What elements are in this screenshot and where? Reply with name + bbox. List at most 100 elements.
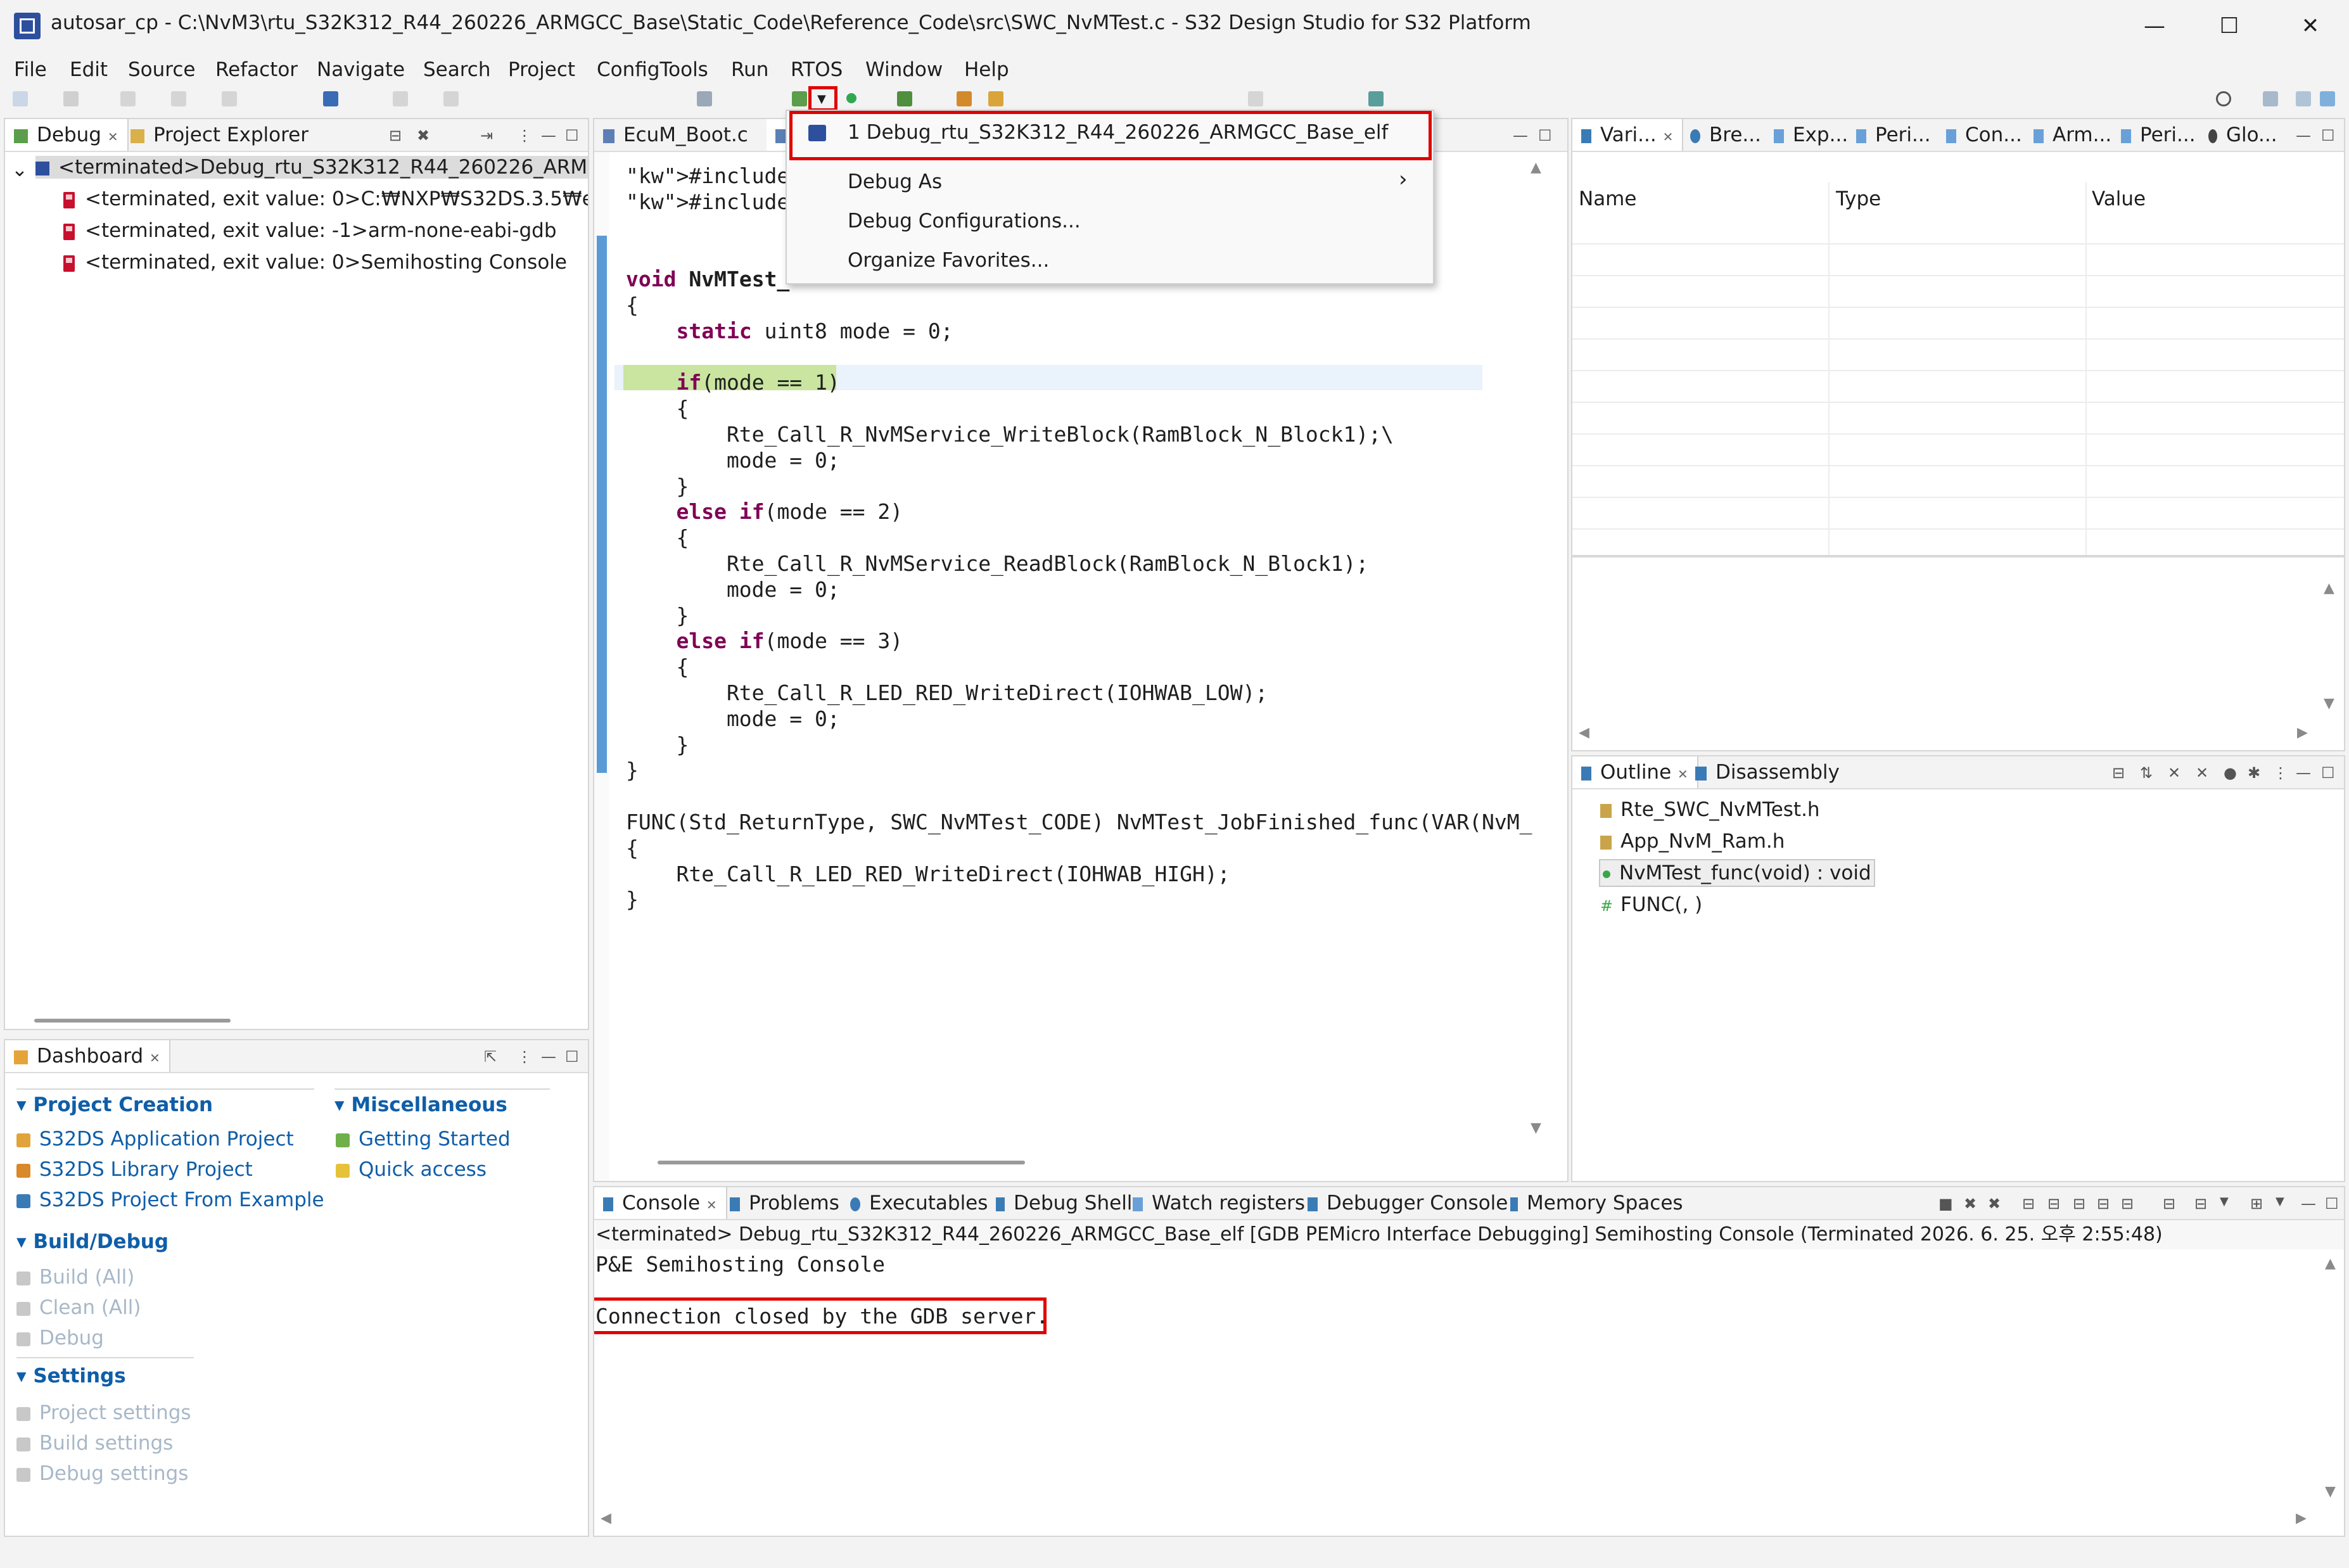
scroll-right-arrow[interactable]: ▶ bbox=[2297, 725, 2308, 741]
maximize-view-icon[interactable]: ☐ bbox=[2325, 1195, 2339, 1213]
s32ds-application-project-link[interactable]: S32DS Application Project bbox=[16, 1128, 294, 1151]
code-line[interactable]: } bbox=[626, 474, 1532, 500]
hide-static-icon[interactable]: ✕ bbox=[2196, 764, 2208, 782]
menu-help[interactable]: Help bbox=[964, 56, 1009, 84]
menu-search[interactable]: Search bbox=[423, 56, 491, 84]
pin-console-icon[interactable]: ⊟ bbox=[2163, 1195, 2175, 1213]
close-tab-icon[interactable]: ✕ bbox=[706, 1197, 717, 1213]
code-line[interactable]: } bbox=[626, 887, 1532, 913]
menu-run[interactable]: Run bbox=[731, 56, 768, 84]
back-icon[interactable] bbox=[1248, 91, 1263, 106]
pin-editor-icon[interactable] bbox=[1368, 91, 1384, 106]
code-line[interactable]: } bbox=[626, 758, 1532, 784]
menu-file[interactable]: File bbox=[14, 56, 47, 84]
minimize-button[interactable]: — bbox=[2113, 6, 2196, 46]
view-menu-icon[interactable]: ⋮ bbox=[517, 1048, 532, 1066]
step-into-icon[interactable]: ⇥ bbox=[480, 127, 493, 144]
column-type[interactable]: Type bbox=[1836, 188, 1881, 210]
debug-perspective-icon[interactable] bbox=[2320, 91, 2335, 106]
hide-fields-icon[interactable]: ✕ bbox=[2168, 764, 2180, 782]
tab-debug[interactable]: Debug ✕ bbox=[5, 119, 129, 151]
dashboard-toolbar-icon[interactable]: ⇱ bbox=[484, 1048, 497, 1066]
menu-navigate[interactable]: Navigate bbox=[317, 56, 405, 84]
maximize-view-icon[interactable]: ☐ bbox=[565, 1048, 579, 1066]
process-item[interactable]: <terminated, exit value: 0>C:₩NXP₩S32DS.… bbox=[63, 188, 588, 210]
code-line[interactable]: Rte_Call_R_LED_RED_WriteDirect(IOHWAB_LO… bbox=[626, 680, 1532, 706]
display-console-icon[interactable]: ⊟ bbox=[2194, 1195, 2207, 1213]
menu-refactor[interactable]: Refactor bbox=[215, 56, 298, 84]
debug-dropdown-arrow-icon[interactable]: ▼ bbox=[817, 92, 826, 106]
build-settings-link[interactable]: Build settings bbox=[16, 1432, 173, 1455]
project-settings-link[interactable]: Project settings bbox=[16, 1401, 191, 1424]
terminate-icon[interactable]: ■ bbox=[1938, 1195, 1953, 1213]
debug-launch-item[interactable]: <terminated>Debug_rtu_S32K312_R44_260226… bbox=[35, 156, 588, 179]
run-icon[interactable] bbox=[846, 93, 856, 103]
stop-icon[interactable] bbox=[697, 91, 712, 106]
minimize-view-icon[interactable]: — bbox=[2296, 764, 2311, 782]
s32ds-project-from-example-link[interactable]: S32DS Project From Example bbox=[16, 1189, 324, 1211]
minimize-view-icon[interactable]: — bbox=[541, 127, 556, 144]
code-line[interactable]: { bbox=[626, 654, 1532, 680]
code-line[interactable]: { bbox=[626, 525, 1532, 551]
build-icon[interactable] bbox=[120, 91, 136, 106]
clear-console-icon[interactable]: ⊟ bbox=[2022, 1195, 2035, 1213]
settings-heading[interactable]: ▾ Settings bbox=[16, 1365, 126, 1387]
maximize-view-icon[interactable]: ☐ bbox=[1538, 127, 1552, 144]
tab-dashboard[interactable]: Dashboard ✕ bbox=[5, 1040, 170, 1072]
organize-favorites-menu-item[interactable]: Organize Favorites... bbox=[848, 249, 1049, 272]
menu-project[interactable]: Project bbox=[508, 56, 575, 84]
maximize-view-icon[interactable]: ☐ bbox=[565, 127, 579, 144]
tab-memory-spaces[interactable]: Memory Spaces bbox=[1501, 1187, 1692, 1219]
code-line[interactable]: mode = 0; bbox=[626, 706, 1532, 732]
minimize-view-icon[interactable]: — bbox=[541, 1048, 556, 1066]
show-on-output-icon[interactable]: ⊟ bbox=[2097, 1195, 2110, 1213]
debug-as-menu-item[interactable]: Debug As bbox=[848, 170, 942, 193]
code-line[interactable]: if(mode == 1) bbox=[626, 370, 1532, 396]
tab-breakpoints[interactable]: Bre... bbox=[1681, 119, 1770, 151]
resume-icon[interactable] bbox=[393, 91, 408, 106]
process-item[interactable]: <terminated, exit value: -1>arm-none-eab… bbox=[63, 219, 557, 242]
sort-icon[interactable]: ⇅ bbox=[2140, 764, 2153, 782]
open-perspective-icon[interactable] bbox=[2296, 91, 2311, 106]
menu-edit[interactable]: Edit bbox=[70, 56, 108, 84]
debug-settings-link[interactable]: Debug settings bbox=[16, 1462, 188, 1485]
code-line[interactable]: Rte_Call_R_NvMService_WriteBlock(RamBloc… bbox=[626, 422, 1532, 448]
code-line[interactable] bbox=[626, 784, 1532, 810]
code-line[interactable]: } bbox=[626, 732, 1532, 758]
menu-rtos[interactable]: RTOS bbox=[791, 56, 843, 84]
external-tools-icon[interactable] bbox=[897, 91, 912, 106]
tab-arm[interactable]: Arm... bbox=[2025, 119, 2120, 151]
menu-window[interactable]: Window bbox=[865, 56, 943, 84]
scroll-left-arrow[interactable]: ◀ bbox=[601, 1510, 611, 1526]
debug-configurations-menu-item[interactable]: Debug Configurations... bbox=[848, 210, 1081, 233]
tab-expressions[interactable]: Exp... bbox=[1765, 119, 1857, 151]
word-wrap-icon[interactable]: ⊟ bbox=[2073, 1195, 2085, 1213]
display-console-dropdown-icon[interactable]: ▼ bbox=[2220, 1195, 2229, 1208]
tab-problems[interactable]: Problems bbox=[721, 1187, 848, 1219]
open-console-icon[interactable]: ⊞ bbox=[2250, 1195, 2263, 1213]
debug-link[interactable]: Debug bbox=[16, 1327, 104, 1349]
search-icon[interactable] bbox=[2216, 91, 2231, 106]
code-line[interactable]: static uint8 mode = 0; bbox=[626, 319, 1532, 345]
maximize-view-icon[interactable]: ☐ bbox=[2321, 764, 2335, 782]
remove-launch-icon[interactable]: ✖ bbox=[1964, 1195, 1977, 1213]
pins-icon[interactable] bbox=[988, 91, 1003, 106]
code-line[interactable]: mode = 0; bbox=[626, 448, 1532, 474]
clean-icon[interactable] bbox=[222, 91, 237, 106]
tab-disassembly[interactable]: Disassembly bbox=[1686, 756, 1849, 788]
suspend-icon[interactable] bbox=[443, 91, 459, 106]
detail-pane-divider[interactable] bbox=[1572, 555, 2344, 558]
scroll-down-arrow[interactable]: ▼ bbox=[1531, 1120, 1541, 1136]
save-icon[interactable] bbox=[63, 91, 79, 106]
process-item[interactable]: <terminated, exit value: 0>Semihosting C… bbox=[63, 251, 567, 274]
scroll-right-arrow[interactable]: ▶ bbox=[2296, 1510, 2307, 1526]
config-icon[interactable] bbox=[957, 91, 972, 106]
code-line[interactable]: Rte_Call_R_NvMService_ReadBlock(RamBlock… bbox=[626, 551, 1532, 577]
tab-variables[interactable]: Vari... ✕ bbox=[1572, 119, 1684, 151]
outline-function-item[interactable]: NvMTest_func(void) : void bbox=[1599, 859, 1875, 887]
scroll-up-arrow[interactable]: ▲ bbox=[2325, 1256, 2336, 1272]
hide-macros-icon[interactable]: ✱ bbox=[2248, 764, 2260, 782]
perspective-icon[interactable] bbox=[2263, 91, 2278, 106]
clean-all-link[interactable]: Clean (All) bbox=[16, 1296, 141, 1319]
new-icon[interactable] bbox=[13, 91, 28, 106]
